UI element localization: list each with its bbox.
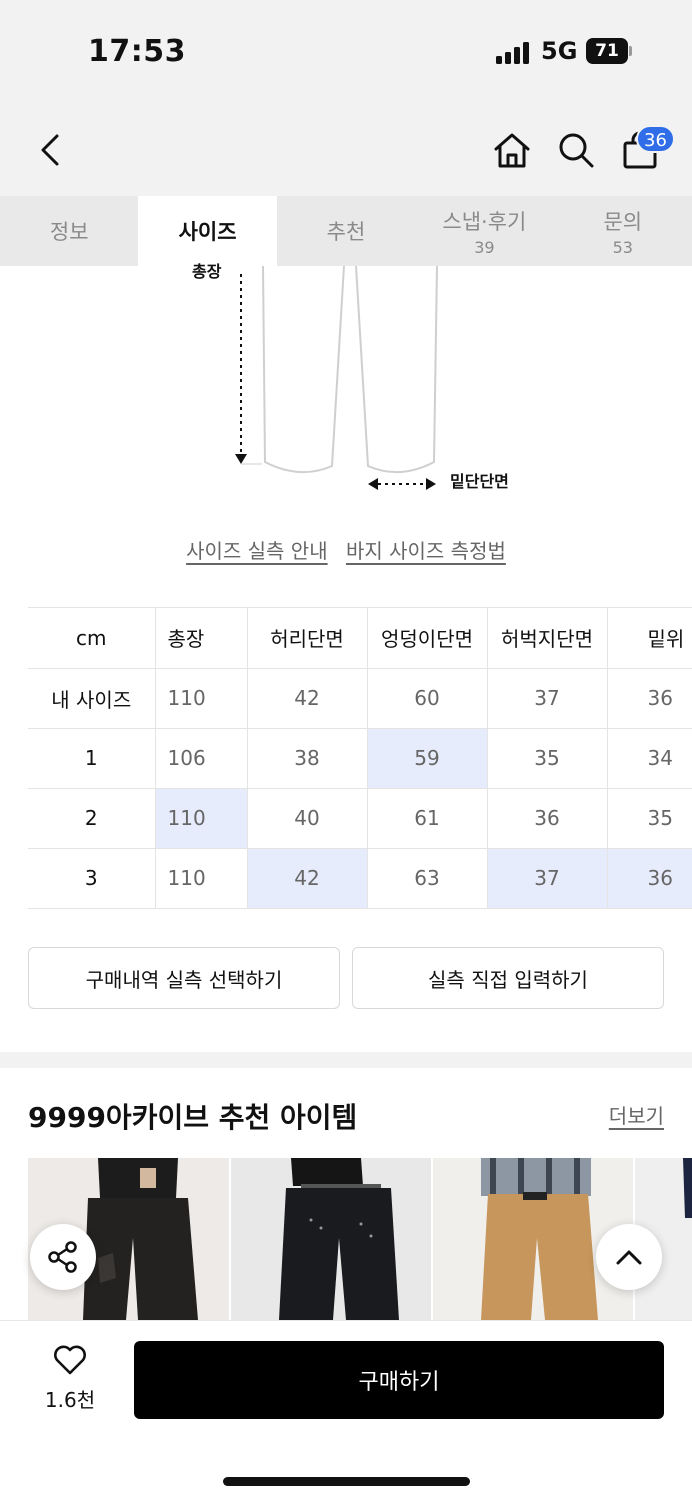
- battery-icon: 71: [586, 38, 632, 64]
- scroll-top-button[interactable]: [596, 1224, 662, 1290]
- table-cell: 35: [487, 728, 608, 789]
- table-cell: 106: [155, 728, 248, 789]
- chevron-left-icon: [41, 134, 59, 166]
- heart-icon: [54, 1345, 86, 1375]
- row-label: 1: [28, 728, 156, 789]
- home-indicator: [223, 1477, 470, 1486]
- table-cell: 42: [247, 668, 368, 729]
- table-row: 1 106 38 59 35 34: [28, 728, 692, 789]
- buy-button[interactable]: 구매하기: [134, 1341, 664, 1419]
- table-row: 2 110 40 61 36 35: [28, 788, 692, 849]
- recommend-more-link[interactable]: 더보기: [609, 1100, 664, 1129]
- share-icon: [48, 1241, 77, 1273]
- table-cell: 34: [607, 728, 692, 789]
- table-cell: 110: [155, 848, 248, 909]
- status-time: 17:53: [88, 34, 186, 69]
- back-button[interactable]: [30, 128, 70, 172]
- network-type: 5G: [541, 37, 578, 65]
- tab-label: 정보: [49, 220, 89, 244]
- search-icon: [559, 133, 594, 168]
- table-header-row: cm 총장 허리단면 엉덩이단면 허벅지단면 밑위: [28, 608, 692, 669]
- size-table: cm 총장 허리단면 엉덩이단면 허벅지단면 밑위 내 사이즈 110 42 6…: [28, 607, 692, 909]
- hem-label: 밑단단면: [450, 472, 509, 491]
- table-cell: 61: [367, 788, 488, 849]
- table-cell: 40: [247, 788, 368, 849]
- header-cell: 총장: [155, 608, 248, 669]
- cellular-signal-icon: [496, 40, 532, 64]
- size-guide-links: 사이즈 실측 안내 바지 사이즈 측정법: [0, 535, 692, 564]
- row-label: 내 사이즈: [28, 668, 156, 729]
- tab-label: 문의: [603, 209, 643, 234]
- section-divider: [0, 1052, 692, 1068]
- tab-inquiry[interactable]: 문의 53: [554, 196, 692, 266]
- table-cell-highlighted: 37: [487, 848, 608, 909]
- table-row: 내 사이즈 110 42 60 37 36: [28, 668, 692, 729]
- tab-recommend[interactable]: 추천: [277, 196, 415, 266]
- header-cell: 밑위: [607, 608, 692, 669]
- table-cell: 35: [607, 788, 692, 849]
- length-label: 총장: [192, 262, 222, 281]
- search-button[interactable]: [554, 128, 598, 172]
- table-cell-highlighted: 110: [155, 788, 248, 849]
- table-cell-highlighted: 42: [247, 848, 368, 909]
- table-cell: 37: [487, 668, 608, 729]
- table-cell: 60: [367, 668, 488, 729]
- home-button[interactable]: [490, 128, 534, 172]
- table-cell: 38: [247, 728, 368, 789]
- table-cell-highlighted: 36: [607, 848, 692, 909]
- tab-label: 사이즈: [178, 220, 237, 244]
- table-cell-highlighted: 59: [367, 728, 488, 789]
- table-cell: 110: [155, 668, 248, 729]
- row-label: 3: [28, 848, 156, 909]
- recommend-item-image[interactable]: [231, 1158, 431, 1320]
- like-count: 1.6천: [44, 1388, 96, 1412]
- size-guide-link[interactable]: 사이즈 실측 안내: [186, 539, 328, 563]
- table-cell: 36: [607, 668, 692, 729]
- tab-size[interactable]: 사이즈: [138, 196, 277, 266]
- tab-info[interactable]: 정보: [0, 196, 138, 266]
- table-row: 3 110 42 63 37 36: [28, 848, 692, 909]
- tab-count: 53: [612, 237, 633, 257]
- share-button[interactable]: [30, 1224, 96, 1290]
- recommend-title: 9999아카이브 추천 아이템: [28, 1101, 358, 1134]
- purchase-history-size-button[interactable]: 구매내역 실측 선택하기: [28, 947, 340, 1009]
- header-cell: cm: [28, 608, 156, 669]
- battery-level: 71: [586, 38, 628, 64]
- direct-size-input-button[interactable]: 실측 직접 입력하기: [352, 947, 664, 1009]
- size-diagram: 총장 밑단단면: [0, 262, 692, 516]
- home-icon: [494, 133, 530, 168]
- tab-count: 39: [474, 237, 495, 257]
- cart-count-badge: 36: [636, 125, 675, 153]
- tab-label: 스냅·후기: [442, 209, 527, 234]
- header-cell: 허리단면: [247, 608, 368, 669]
- table-cell: 36: [487, 788, 608, 849]
- product-photo: [231, 1158, 431, 1320]
- header-cell: 허벅지단면: [487, 608, 608, 669]
- measure-guide-link[interactable]: 바지 사이즈 측정법: [346, 539, 506, 563]
- like-button[interactable]: 1.6천: [28, 1344, 112, 1413]
- row-label: 2: [28, 788, 156, 849]
- status-bar: 17:53 5G 71: [0, 0, 692, 100]
- header-cell: 엉덩이단면: [367, 608, 488, 669]
- tab-snap-review[interactable]: 스냅·후기 39: [415, 196, 553, 266]
- tab-label: 추천: [326, 220, 366, 244]
- table-cell: 63: [367, 848, 488, 909]
- pants-illustration: [235, 266, 438, 490]
- product-tabs: 정보 사이즈 추천 스냅·후기 39 문의 53: [0, 196, 692, 266]
- chevron-up-icon: [616, 1250, 642, 1265]
